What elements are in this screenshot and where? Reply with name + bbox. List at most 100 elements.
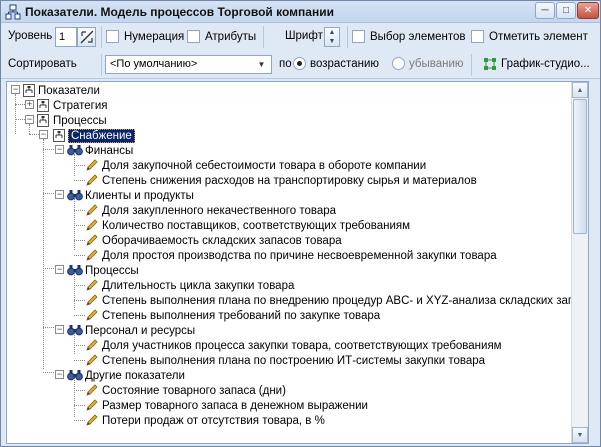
mark-element-label: Отметить элемент: [489, 30, 588, 43]
binoculars-icon: [67, 369, 83, 382]
toolbar-separator: [101, 26, 102, 48]
tree-group-1[interactable]: − Клиенты и продукты: [7, 188, 567, 203]
collapse-icon[interactable]: −: [55, 190, 64, 199]
level-label: Уровень: [8, 30, 53, 42]
ascending-radio[interactable]: возрастанию: [293, 57, 379, 70]
close-button[interactable]: ✕: [577, 2, 599, 19]
select-elements-checkbox[interactable]: Выбор элементов: [352, 30, 466, 43]
descending-radio-dot[interactable]: [392, 57, 405, 70]
tree-group-label: Процессы: [85, 264, 139, 277]
tree-indicator[interactable]: Доля закупочной себестоимости товара в о…: [7, 158, 582, 173]
tree-indicator-label: Доля участников процесса закупки товара,…: [102, 339, 502, 352]
tree-node-supply[interactable]: − Снабжение: [7, 128, 567, 143]
tree-indicator[interactable]: Доля закупленного некачественного товара: [7, 203, 582, 218]
font-increase-icon[interactable]: ▲: [325, 28, 339, 37]
tree-group-label: Финансы: [85, 144, 134, 157]
scroll-thumb[interactable]: [573, 99, 587, 234]
collapse-icon[interactable]: −: [55, 265, 64, 274]
pencil-icon: [86, 309, 98, 322]
tree-group-2[interactable]: − Процессы: [7, 263, 567, 278]
hierarchy-icon: [5, 4, 21, 20]
tree-indicator-label: Степень снижения расходов на транспортир…: [102, 174, 477, 187]
tree-indicator[interactable]: Степень выполнения требований по закупке…: [7, 308, 582, 323]
collapse-icon[interactable]: −: [55, 370, 64, 379]
tree-indicator[interactable]: Степень снижения расходов на транспортир…: [7, 173, 582, 188]
tree-connector: [74, 225, 85, 226]
indicators-tree[interactable]: − Показатели + Стратегия − Процессы − Сн…: [6, 81, 589, 444]
descending-radio[interactable]: убыванию: [392, 57, 464, 70]
maximize-button[interactable]: □: [556, 2, 576, 19]
pencil-icon: [86, 279, 98, 292]
numbering-checkbox[interactable]: Нумерация: [106, 30, 184, 43]
tree-node-strategy[interactable]: + Стратегия: [7, 98, 567, 113]
tree-indicator-label: Потери продаж от отсутствия товара, в %: [102, 414, 325, 427]
tree-indicator[interactable]: Количество поставщиков, соответствующих …: [7, 218, 582, 233]
collapse-icon[interactable]: −: [39, 130, 48, 139]
select-elements-label: Выбор элементов: [370, 30, 466, 43]
attributes-checkbox-box[interactable]: [187, 30, 200, 43]
collapse-icon[interactable]: −: [55, 325, 64, 334]
tree-indicator[interactable]: Доля простоя производства по причине нес…: [7, 248, 582, 263]
tree-indicator[interactable]: Степень выполнения плана по внедрению пр…: [7, 293, 582, 308]
pencil-icon: [86, 234, 98, 247]
title-bar[interactable]: Показатели. Модель процессов Торговой ко…: [1, 1, 600, 23]
tree-connector: [74, 240, 85, 241]
sort-label: Сортировать: [8, 58, 77, 70]
attributes-label: Атрибуты: [205, 30, 257, 43]
tree-indicator[interactable]: Потери продаж от отсутствия товара, в %: [7, 413, 582, 428]
collapse-icon[interactable]: −: [55, 145, 64, 154]
tree-indicator[interactable]: Размер товарного запаса в денежном выраж…: [7, 398, 582, 413]
collapse-icon[interactable]: −: [25, 115, 34, 124]
tree-indicator-label: Длительность цикла закупки товара: [102, 279, 295, 292]
minimize-button[interactable]: ─: [535, 2, 555, 19]
numbering-checkbox-box[interactable]: [106, 30, 119, 43]
ascending-radio-dot[interactable]: [293, 57, 306, 70]
tree-node-processes[interactable]: − Процессы: [7, 113, 567, 128]
tree-indicator-label: Оборачиваемость складских запасов товара: [102, 234, 342, 247]
tree-node-root[interactable]: − Показатели: [7, 83, 567, 98]
tree-indicator[interactable]: Степень выполнения плана по построению И…: [7, 353, 582, 368]
hierarchy-node-icon: [37, 99, 49, 112]
tree-connector: [74, 420, 85, 421]
tree-group-4[interactable]: − Другие показатели: [7, 368, 567, 383]
vertical-scrollbar[interactable]: ▲ ▼: [571, 82, 588, 443]
pencil-icon: [86, 249, 98, 262]
tree-indicator[interactable]: Длительность цикла закупки товара: [7, 278, 582, 293]
chevron-down-icon[interactable]: ▼: [254, 57, 269, 72]
tree-connector: [74, 315, 85, 316]
hierarchy-node-icon: [37, 114, 49, 127]
sort-select[interactable]: <По умолчанию> ▼: [105, 55, 272, 74]
tree-connector: [74, 390, 85, 391]
scroll-up-icon[interactable]: ▲: [572, 82, 588, 98]
tree-indicator[interactable]: Состояние товарного запаса (дни): [7, 383, 582, 398]
tree-indicator[interactable]: Доля участников процесса закупки товара,…: [7, 338, 582, 353]
tree-indicator-label: Размер товарного запаса в денежном выраж…: [102, 399, 368, 412]
graph-nodes-icon: [484, 58, 496, 70]
level-tool-button[interactable]: [77, 27, 96, 47]
tree-group-label: Другие показатели: [85, 369, 185, 382]
level-input[interactable]: 1: [55, 27, 77, 47]
pencil-icon: [86, 204, 98, 217]
font-decrease-icon[interactable]: ▼: [325, 37, 339, 46]
tree-connector: [74, 300, 85, 301]
tree-group-0[interactable]: − Финансы: [7, 143, 567, 158]
expand-icon[interactable]: +: [25, 100, 34, 109]
pencil-icon: [86, 219, 98, 232]
ascending-label: возрастанию: [310, 57, 379, 70]
toolbar-separator: [101, 54, 102, 76]
tree-indicator-label: Доля простоя производства по причине нес…: [102, 249, 497, 262]
indicators-window: Показатели. Модель процессов Торговой ко…: [0, 0, 601, 447]
chart-studio-label: График-студио...: [501, 58, 590, 70]
attributes-checkbox[interactable]: Атрибуты: [187, 30, 256, 43]
toolbar-row-top: Уровень 1 Нумерация Атрибуты Шрифт ▲ ▼ В: [1, 23, 600, 51]
tree-indicator[interactable]: Оборачиваемость складских запасов товара: [7, 233, 582, 248]
mark-element-checkbox-box[interactable]: [471, 30, 484, 43]
scroll-down-icon[interactable]: ▼: [572, 427, 588, 443]
tree-group-3[interactable]: − Персонал и ресурсы: [7, 323, 567, 338]
font-size-spinner[interactable]: ▲ ▼: [324, 27, 340, 47]
chart-studio-button[interactable]: График-студио...: [483, 57, 590, 71]
collapse-icon[interactable]: −: [11, 85, 20, 94]
mark-element-checkbox[interactable]: Отметить элемент: [471, 30, 588, 43]
hierarchy-node-icon: [23, 84, 35, 97]
select-elements-checkbox-box[interactable]: [352, 30, 365, 43]
